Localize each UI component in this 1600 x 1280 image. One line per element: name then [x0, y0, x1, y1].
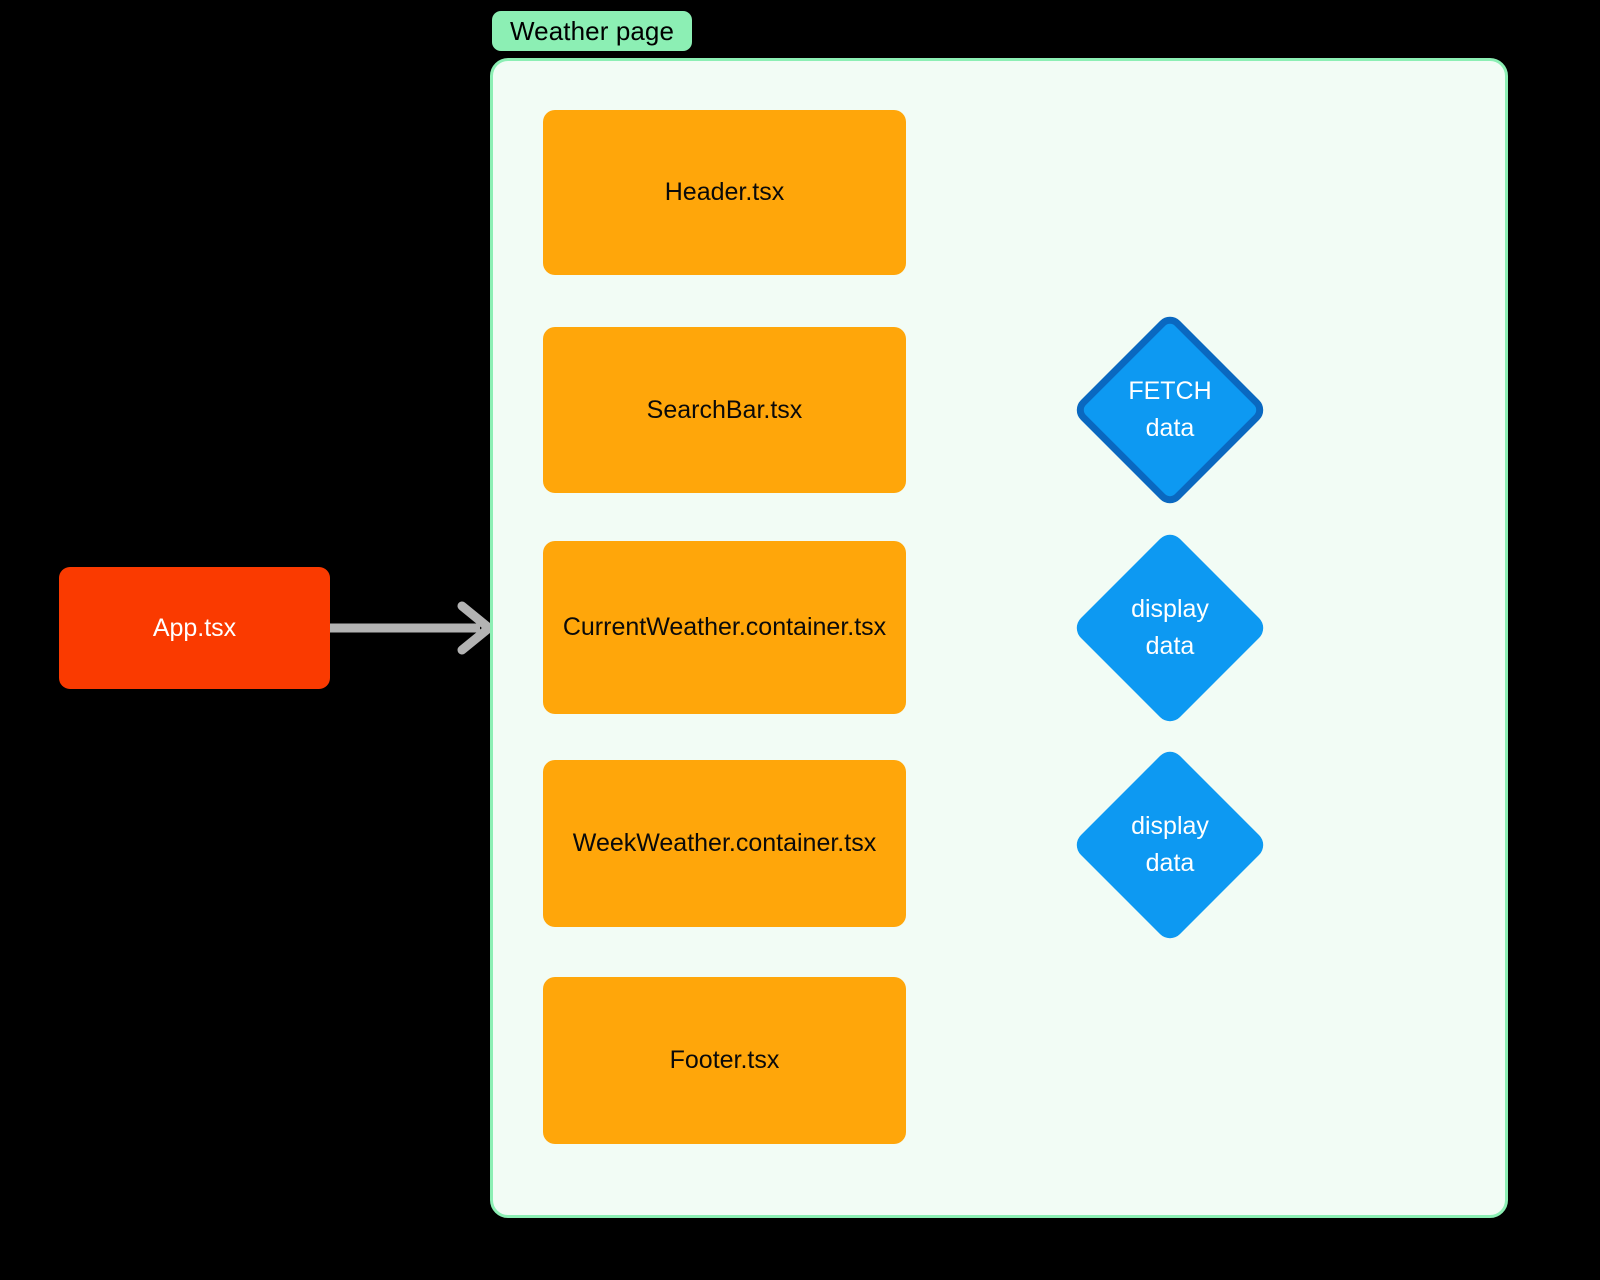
edge-app-to-weatherpage: [330, 601, 494, 655]
node-weekweather-container-tsx[interactable]: WeekWeather.container.tsx: [543, 760, 906, 927]
group-label-weather-page: Weather page: [492, 11, 693, 51]
node-decision-display-data-week[interactable]: display data: [1071, 746, 1269, 944]
node-header-tsx[interactable]: Header.tsx: [543, 110, 906, 275]
node-decision-fetch-data[interactable]: FETCH data: [1071, 311, 1269, 509]
node-currentweather-container-tsx[interactable]: CurrentWeather.container.tsx: [543, 541, 906, 714]
diamond-shape: [1071, 311, 1269, 509]
diamond-shape: [1071, 529, 1269, 727]
node-decision-display-data-current[interactable]: display data: [1071, 529, 1269, 727]
node-searchbar-tsx[interactable]: SearchBar.tsx: [543, 327, 906, 493]
diamond-shape: [1071, 746, 1269, 944]
node-footer-tsx[interactable]: Footer.tsx: [543, 977, 906, 1144]
node-app-tsx[interactable]: App.tsx: [59, 567, 330, 689]
diagram-canvas: Weather page App.tsx Header.tsx SearchBa…: [0, 0, 1600, 1280]
